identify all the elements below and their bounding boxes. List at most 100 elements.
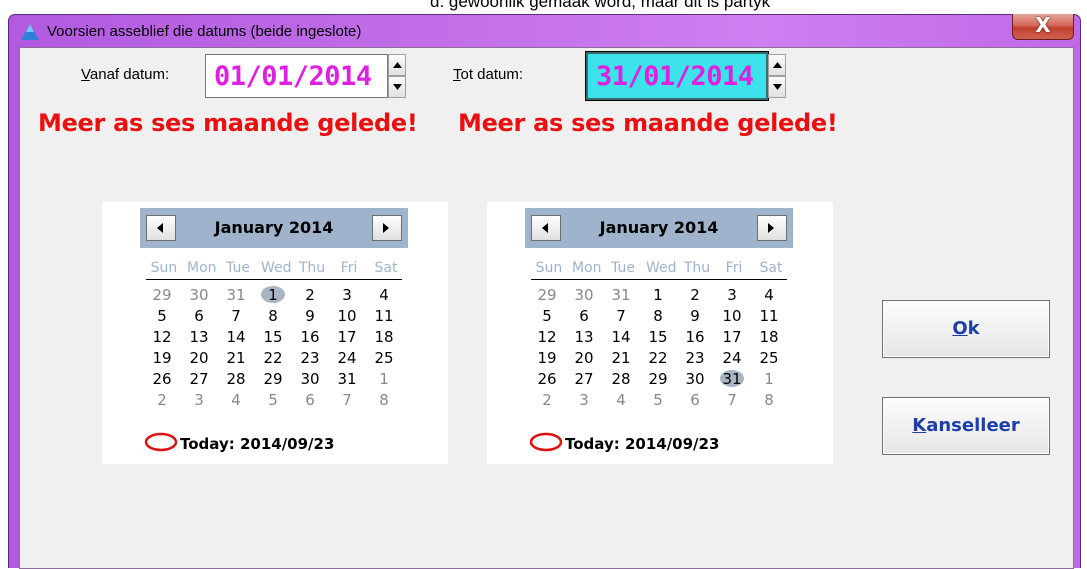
calendar-day[interactable]: 28 — [220, 369, 252, 389]
calendar-day[interactable]: 21 — [605, 348, 637, 368]
calendar-day[interactable]: 12 — [531, 327, 563, 347]
today-link[interactable]: Today: 2014/09/23 — [180, 435, 334, 453]
calendar-day[interactable]: 22 — [642, 348, 674, 368]
calendar-day[interactable]: 6 — [294, 390, 326, 410]
next-month-button[interactable] — [372, 215, 402, 241]
to-date-input[interactable]: 31/01/2014 — [585, 51, 769, 101]
title-bar[interactable]: Voorsien asseblief die datums (beide ing… — [9, 13, 1080, 47]
calendar-day[interactable]: 10 — [716, 306, 748, 326]
calendar-day[interactable]: 13 — [568, 327, 600, 347]
calendar-day[interactable]: 7 — [331, 390, 363, 410]
calendar-day[interactable]: 7 — [605, 306, 637, 326]
calendar-day[interactable]: 27 — [568, 369, 600, 389]
calendar-day[interactable]: 1 — [753, 369, 785, 389]
calendar-day[interactable]: 3 — [183, 390, 215, 410]
calendar-day[interactable]: 23 — [679, 348, 711, 368]
close-button[interactable]: X — [1012, 13, 1074, 40]
calendar-day[interactable]: 19 — [146, 348, 178, 368]
calendar-day[interactable]: 15 — [642, 327, 674, 347]
calendar-day[interactable]: 31 — [331, 369, 363, 389]
calendar-day[interactable]: 30 — [679, 369, 711, 389]
calendar-day-selected[interactable]: 31 — [716, 369, 748, 389]
calendar-day[interactable]: 6 — [183, 306, 215, 326]
calendar-day[interactable]: 2 — [146, 390, 178, 410]
calendar-day[interactable]: 3 — [716, 285, 748, 305]
calendar-day[interactable]: 5 — [642, 390, 674, 410]
calendar-day[interactable]: 3 — [568, 390, 600, 410]
calendar-day[interactable]: 19 — [531, 348, 563, 368]
calendar-day[interactable]: 30 — [568, 285, 600, 305]
calendar-day[interactable]: 26 — [531, 369, 563, 389]
calendar-day[interactable]: 12 — [146, 327, 178, 347]
from-date-up-button[interactable] — [388, 54, 406, 76]
calendar-day[interactable]: 4 — [753, 285, 785, 305]
calendar-day[interactable]: 9 — [294, 306, 326, 326]
calendar-day[interactable]: 5 — [146, 306, 178, 326]
calendar-day[interactable]: 8 — [368, 390, 400, 410]
to-date-down-button[interactable] — [768, 76, 786, 98]
next-month-button[interactable] — [757, 215, 787, 241]
to-date-spinner[interactable] — [768, 54, 786, 98]
calendar-day[interactable]: 24 — [331, 348, 363, 368]
calendar-day[interactable]: 4 — [605, 390, 637, 410]
calendar-day-selected[interactable]: 1 — [257, 285, 289, 305]
calendar-day[interactable]: 2 — [294, 285, 326, 305]
to-date-up-button[interactable] — [768, 54, 786, 76]
calendar-day[interactable]: 22 — [257, 348, 289, 368]
calendar-day[interactable]: 16 — [679, 327, 711, 347]
from-date-input[interactable]: 01/01/2014 — [205, 54, 388, 98]
calendar-day[interactable]: 5 — [531, 306, 563, 326]
calendar-day[interactable]: 15 — [257, 327, 289, 347]
calendar-day[interactable]: 9 — [679, 306, 711, 326]
calendar-day[interactable]: 14 — [605, 327, 637, 347]
calendar-day[interactable]: 3 — [331, 285, 363, 305]
calendar-day[interactable]: 16 — [294, 327, 326, 347]
calendar-day[interactable]: 18 — [368, 327, 400, 347]
calendar-day[interactable]: 17 — [716, 327, 748, 347]
calendar-day[interactable]: 21 — [220, 348, 252, 368]
calendar-day[interactable]: 24 — [716, 348, 748, 368]
calendar-day[interactable]: 8 — [257, 306, 289, 326]
calendar-day[interactable]: 23 — [294, 348, 326, 368]
calendar-day[interactable]: 31 — [605, 285, 637, 305]
calendar-day[interactable]: 20 — [568, 348, 600, 368]
from-date-spinner[interactable] — [388, 54, 406, 98]
calendar-day[interactable]: 7 — [220, 306, 252, 326]
calendar-day[interactable]: 31 — [220, 285, 252, 305]
calendar-day[interactable]: 28 — [605, 369, 637, 389]
calendar-day[interactable]: 29 — [531, 285, 563, 305]
calendar-day[interactable]: 13 — [183, 327, 215, 347]
calendar-day[interactable]: 6 — [679, 390, 711, 410]
calendar-day[interactable]: 27 — [183, 369, 215, 389]
calendar-day[interactable]: 6 — [568, 306, 600, 326]
calendar-day[interactable]: 11 — [753, 306, 785, 326]
calendar-day[interactable]: 5 — [257, 390, 289, 410]
calendar-day[interactable]: 2 — [531, 390, 563, 410]
from-date-down-button[interactable] — [388, 76, 406, 98]
calendar-day[interactable]: 8 — [753, 390, 785, 410]
calendar-day[interactable]: 25 — [753, 348, 785, 368]
calendar-day[interactable]: 30 — [183, 285, 215, 305]
calendar-day[interactable]: 17 — [331, 327, 363, 347]
ok-button[interactable]: Ok — [882, 300, 1050, 358]
calendar-day[interactable]: 18 — [753, 327, 785, 347]
calendar-day[interactable]: 11 — [368, 306, 400, 326]
calendar-day[interactable]: 29 — [257, 369, 289, 389]
calendar-day[interactable]: 20 — [183, 348, 215, 368]
calendar-day[interactable]: 14 — [220, 327, 252, 347]
calendar-day[interactable]: 29 — [146, 285, 178, 305]
calendar-day[interactable]: 8 — [642, 306, 674, 326]
calendar-day[interactable]: 4 — [220, 390, 252, 410]
calendar-day[interactable]: 26 — [146, 369, 178, 389]
calendar-day[interactable]: 25 — [368, 348, 400, 368]
calendar-day[interactable]: 30 — [294, 369, 326, 389]
calendar-day[interactable]: 7 — [716, 390, 748, 410]
cancel-button[interactable]: Kanselleer — [882, 397, 1050, 455]
calendar-day[interactable]: 4 — [368, 285, 400, 305]
calendar-day[interactable]: 29 — [642, 369, 674, 389]
calendar-day[interactable]: 10 — [331, 306, 363, 326]
calendar-day[interactable]: 1 — [368, 369, 400, 389]
calendar-day[interactable]: 1 — [642, 285, 674, 305]
calendar-day[interactable]: 2 — [679, 285, 711, 305]
today-link[interactable]: Today: 2014/09/23 — [565, 435, 719, 453]
